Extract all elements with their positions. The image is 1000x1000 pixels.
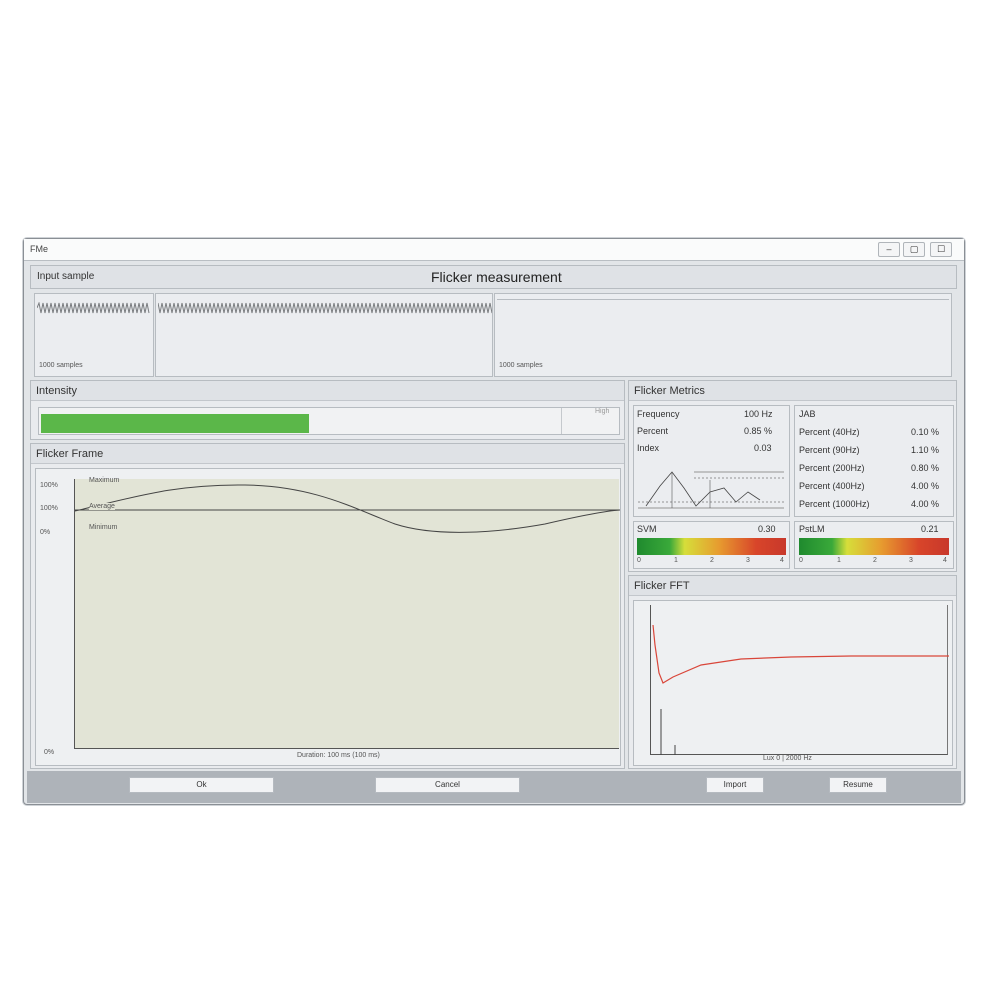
flicker-metrics-panel: Flicker Metrics Frequency 100 Hz Percent…	[628, 380, 957, 572]
svm-tick-3: 3	[746, 557, 750, 564]
flicker-frame-panel: Flicker Frame 100% 100% 0% 0% Maximum Av…	[30, 443, 625, 769]
restore-button[interactable]: ☐	[930, 242, 952, 257]
flicker-fft-panel: Flicker FFT Lux 0 | 2000 Hz	[628, 575, 957, 769]
flicker-fft-curve	[652, 624, 949, 755]
flicker-fft-header: Flicker FFT	[629, 576, 956, 596]
svm-tick-1: 1	[674, 557, 678, 564]
metric-waveform-diagram	[638, 471, 784, 509]
svm-value: 0.30	[758, 524, 776, 534]
metric-p1000-value: 4.00 %	[911, 499, 940, 509]
intensity-tag: High	[595, 408, 610, 415]
minimize-button[interactable]: –	[878, 242, 900, 257]
y-label-top: 100%	[40, 482, 58, 489]
intensity-panel: Intensity High	[30, 380, 625, 440]
metric-p90-label: Percent (90Hz)	[799, 445, 860, 455]
flicker-frame-plot: 100% 100% 0% 0% Maximum Average Minimum …	[35, 468, 621, 766]
page-title: Flicker measurement	[431, 269, 562, 285]
y-label-zero: 0%	[44, 749, 55, 756]
metrics-left-box: Frequency 100 Hz Percent 0.85 % Index 0.…	[633, 405, 790, 517]
metric-index-label: Index	[637, 443, 660, 453]
metric-p200-label: Percent (200Hz)	[799, 463, 865, 473]
import-button[interactable]: Import	[706, 777, 764, 793]
flicker-fft-area	[650, 605, 949, 755]
y-label-average: 100%	[40, 505, 58, 512]
svm-meter: SVM 0.30 0 1 2 3 4	[633, 521, 790, 569]
input-right-caption: 1000 samples	[499, 362, 543, 369]
svm-gradient-bar	[637, 538, 786, 555]
main-window: FMe – ▢ ☐ Input sample Flicker measureme…	[23, 238, 965, 805]
pstlm-label: PstLM	[799, 524, 825, 534]
svm-tick-0: 0	[637, 557, 641, 564]
metric-p40-label: Percent (40Hz)	[799, 427, 860, 437]
flicker-frame-area: Maximum Average Minimum	[74, 477, 620, 749]
pstlm-meter: PstLM 0.21 0 1 2 3 4	[794, 521, 954, 569]
pstlm-tick-2: 2	[873, 557, 877, 564]
header-bar: Input sample Flicker measurement	[30, 265, 957, 289]
title-bar: FMe – ▢ ☐	[24, 239, 964, 261]
input-sample-middle	[155, 293, 493, 377]
flicker-frame-curve	[75, 484, 620, 533]
legend-minimum: Minimum	[89, 524, 118, 531]
metrics-right-box: JAB Percent (40Hz) 0.10 % Percent (90Hz)…	[794, 405, 954, 517]
metric-p400-label: Percent (400Hz)	[799, 481, 865, 491]
input-sample-left: 1000 samples	[34, 293, 154, 377]
intensity-header: Intensity	[31, 381, 624, 401]
pstlm-gradient-bar	[799, 538, 949, 555]
metric-frequency-label: Frequency	[637, 409, 680, 419]
resume-button[interactable]: Resume	[829, 777, 887, 793]
intensity-bar: High	[38, 407, 620, 435]
svm-label: SVM	[637, 524, 657, 534]
metric-p400-value: 4.00 %	[911, 481, 940, 491]
maximize-button[interactable]: ▢	[903, 242, 925, 257]
pstlm-tick-0: 0	[799, 557, 803, 564]
input-left-caption: 1000 samples	[39, 362, 83, 369]
pstlm-tick-3: 3	[909, 557, 913, 564]
metric-p200-value: 0.80 %	[911, 463, 940, 473]
intensity-fill	[41, 414, 309, 433]
metric-percent-value: 0.85 %	[744, 426, 773, 436]
window-title: FMe	[30, 244, 48, 254]
flicker-frame-x-caption: Duration: 100 ms (100 ms)	[294, 752, 383, 759]
metric-percent-label: Percent	[637, 426, 669, 436]
metrics-right-header: JAB	[799, 409, 816, 419]
metric-p40-value: 0.10 %	[911, 427, 940, 437]
pstlm-tick-1: 1	[837, 557, 841, 564]
flicker-fft-plot: Lux 0 | 2000 Hz	[633, 600, 953, 766]
metric-index-value: 0.03	[754, 443, 772, 453]
pstlm-tick-4: 4	[943, 557, 947, 564]
input-right-line	[497, 299, 949, 300]
flicker-metrics-header: Flicker Metrics	[629, 381, 956, 401]
input-waveform-middle	[158, 302, 492, 314]
input-waveform-left	[37, 302, 150, 314]
y-label-min: 0%	[40, 529, 51, 536]
legend-average: Average	[89, 503, 115, 510]
pstlm-value: 0.21	[921, 524, 939, 534]
svm-tick-2: 2	[710, 557, 714, 564]
metric-p1000-label: Percent (1000Hz)	[799, 499, 870, 509]
metric-p90-value: 1.10 %	[911, 445, 940, 455]
intensity-divider	[561, 408, 562, 434]
input-sample-right: 1000 samples	[494, 293, 952, 377]
flicker-fft-x-caption: Lux 0 | 2000 Hz	[760, 755, 815, 762]
legend-maximum: Maximum	[89, 477, 120, 484]
flicker-frame-header: Flicker Frame	[31, 444, 624, 464]
svm-tick-4: 4	[780, 557, 784, 564]
ok-button[interactable]: Ok	[129, 777, 274, 793]
input-sample-label: Input sample	[37, 271, 95, 282]
button-bar: Ok Cancel Import Resume	[27, 771, 961, 803]
cancel-button[interactable]: Cancel	[375, 777, 520, 793]
metric-frequency-value: 100 Hz	[744, 409, 773, 419]
